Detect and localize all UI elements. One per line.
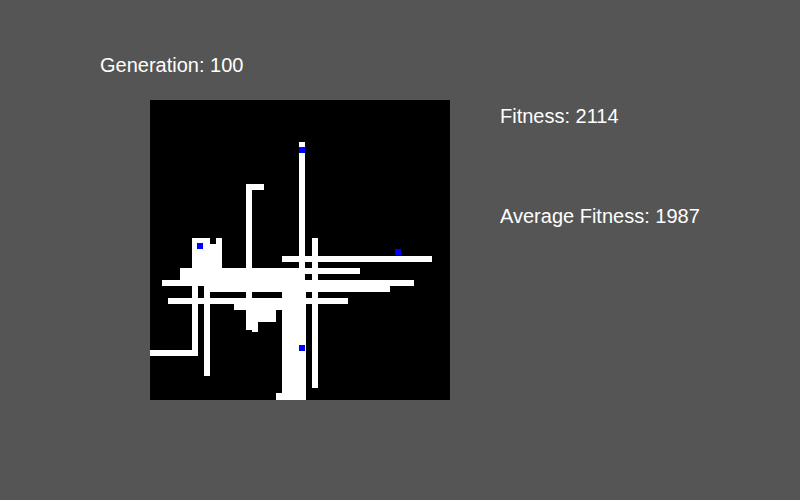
structure-cell [192,268,198,356]
canvas-background [150,100,450,400]
structure-gap [210,238,216,244]
structure-cell [204,286,390,292]
target-dot [197,243,203,249]
structure-cell [276,393,306,400]
structure-cell [282,256,432,262]
structure-cell [252,300,258,332]
structure-cell [312,238,318,388]
structure-cell [192,238,222,268]
structure-cell [162,280,414,286]
target-dot [299,147,305,153]
structure-cell [282,290,306,400]
target-dot [299,345,305,351]
stats-panel: Fitness: 2114 Average Fitness: 1987 [500,52,700,500]
stat-label: Fitness: 2114 [500,103,700,129]
stat-label: Average Fitness: 1987 [500,203,700,229]
structure-cell [246,310,276,322]
left-column: Generation: 100 [100,52,450,500]
structure-cell [150,350,198,356]
structure-cell [246,184,264,190]
generation-label: Generation: 100 [100,52,450,78]
target-dot [395,249,401,255]
simulation-canvas [150,100,450,400]
structure-cell [204,286,210,376]
simulation-screen: Generation: 100 Fitness: 2114 Average Fitn… [0,0,800,500]
